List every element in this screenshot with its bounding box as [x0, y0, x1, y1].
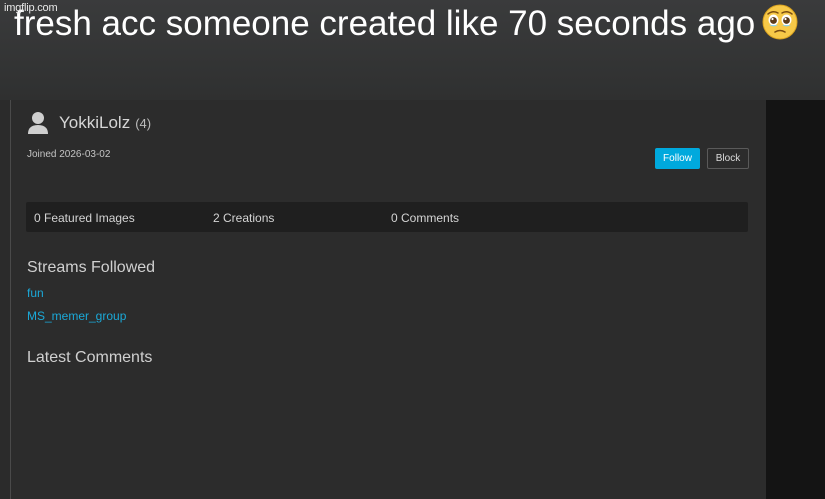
follow-button[interactable]: Follow — [655, 148, 700, 169]
user-points: (4) — [135, 115, 152, 131]
join-date: Joined 2026-03-02 — [27, 149, 111, 160]
stream-link-ms-memer-group[interactable]: MS_memer_group — [27, 309, 126, 323]
face-holding-back-tears-icon — [762, 4, 798, 40]
featured-images-count[interactable]: 0 Featured Images — [34, 211, 135, 225]
right-panel — [766, 100, 825, 499]
streams-followed-title: Streams Followed — [27, 259, 156, 276]
user-avatar-icon — [28, 112, 48, 134]
stats-bar: 0 Featured Images 2 Creations 0 Comments — [26, 202, 748, 232]
latest-comments-title: Latest Comments — [27, 349, 153, 366]
meme-caption: fresh acc someone created like 70 second… — [14, 2, 799, 46]
creations-count[interactable]: 2 Creations — [213, 211, 274, 225]
caption-text: fresh acc someone created like 70 second… — [14, 4, 756, 43]
stream-link-fun[interactable]: fun — [27, 286, 44, 300]
meme-caption-band: fresh acc someone created like 70 second… — [0, 0, 825, 100]
username[interactable]: YokkiLolz — [59, 113, 130, 133]
block-button[interactable]: Block — [707, 148, 749, 169]
left-sidebar — [0, 100, 11, 499]
profile-header: YokkiLolz (4) — [27, 110, 151, 136]
profile-page: YokkiLolz (4) Joined 2026-03-02 Follow B… — [11, 100, 766, 499]
imgflip-watermark: imgflip.com — [4, 2, 58, 14]
comments-count[interactable]: 0 Comments — [391, 211, 459, 225]
